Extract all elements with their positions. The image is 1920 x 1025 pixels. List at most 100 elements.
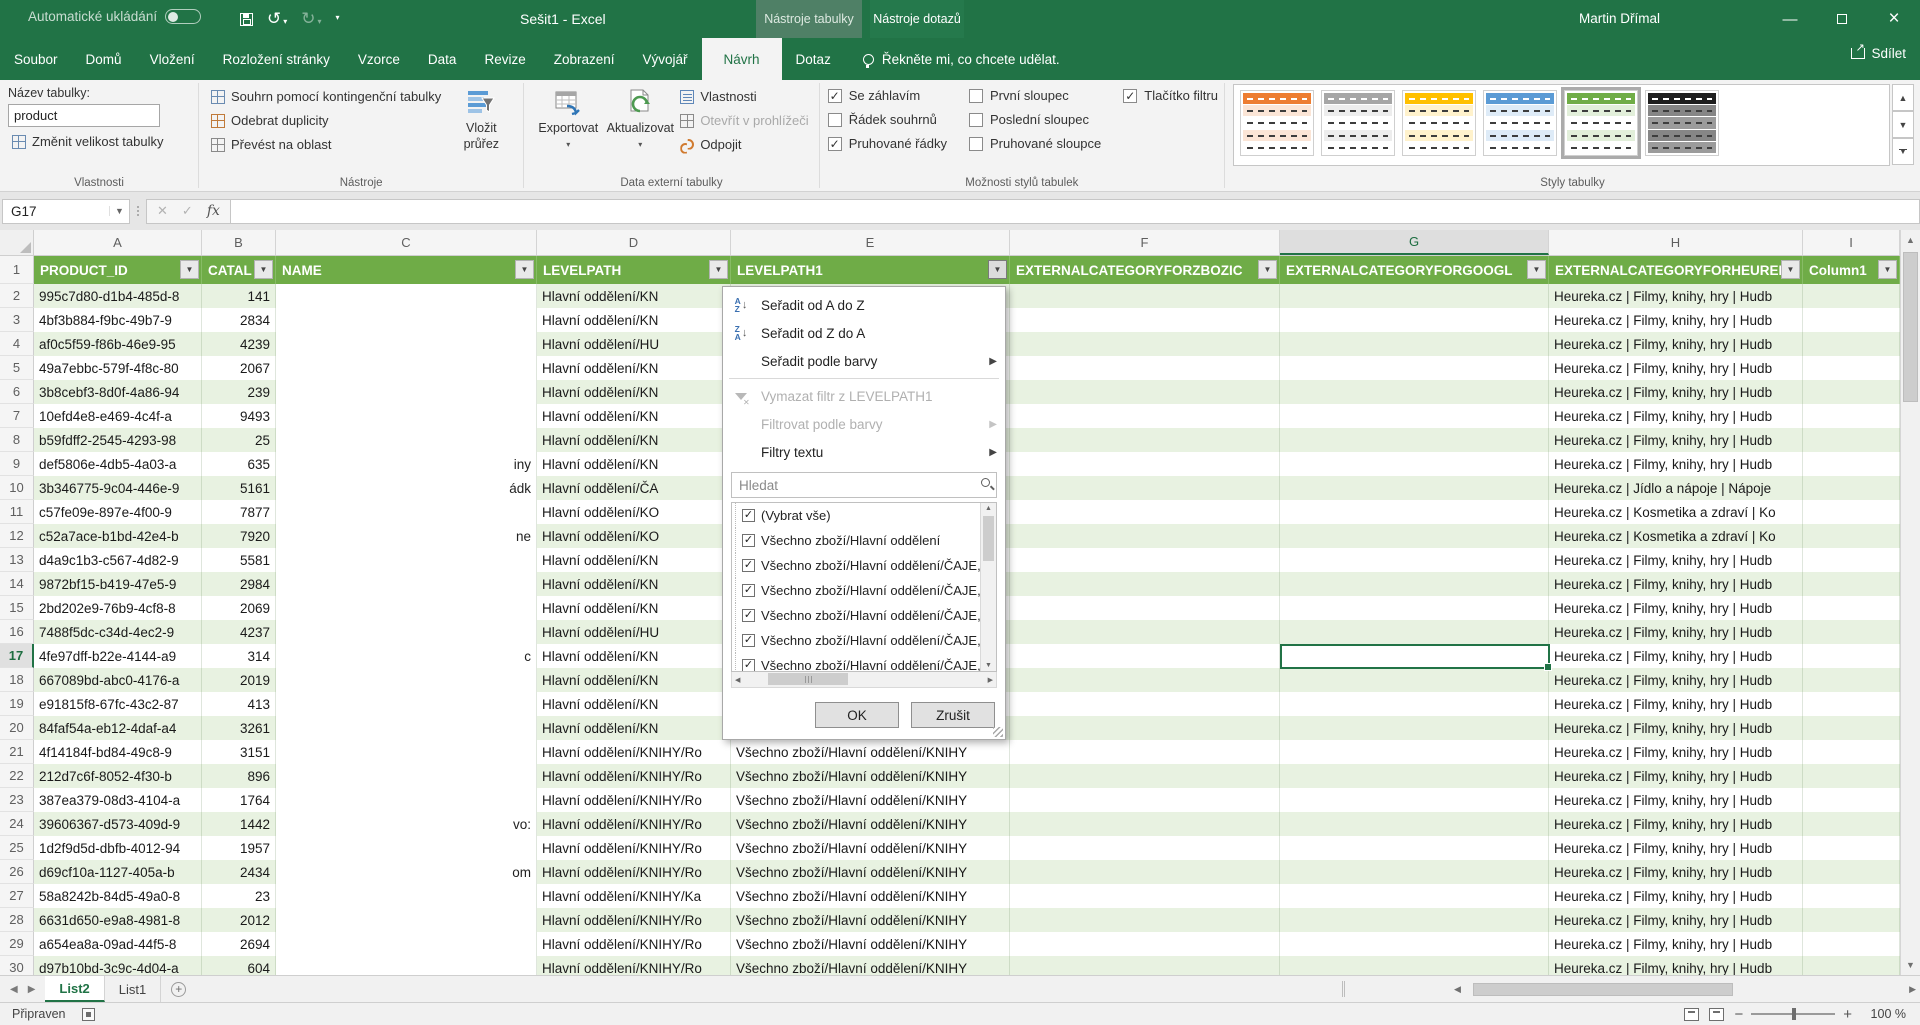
- row-number[interactable]: 2: [0, 284, 34, 308]
- cell-heureka[interactable]: Heureka.cz | Filmy, knihy, hry | Hudb: [1549, 788, 1803, 812]
- cell-column1[interactable]: [1803, 812, 1900, 836]
- cell-levelpath1[interactable]: Všechno zboží/Hlavní oddělení/KNIHY: [731, 764, 1010, 788]
- cell-zbozi[interactable]: [1010, 452, 1280, 476]
- cell-heureka[interactable]: Heureka.cz | Filmy, knihy, hry | Hudb: [1549, 404, 1803, 428]
- cell-zbozi[interactable]: [1010, 284, 1280, 308]
- row-number[interactable]: 4: [0, 332, 34, 356]
- cell-zbozi[interactable]: [1010, 620, 1280, 644]
- sheet-tab[interactable]: List2: [45, 976, 104, 1002]
- row-number[interactable]: 11: [0, 500, 34, 524]
- macro-record-icon[interactable]: [82, 1008, 95, 1021]
- cell-column1[interactable]: [1803, 932, 1900, 956]
- cell-column1[interactable]: [1803, 692, 1900, 716]
- cell-google[interactable]: [1280, 284, 1549, 308]
- cell-product-id[interactable]: 3b8cebf3-8d0f-4a86-94: [34, 380, 202, 404]
- menu-item-text-filters[interactable]: Filtry textu ▶: [723, 438, 1005, 466]
- cell-column1[interactable]: [1803, 524, 1900, 548]
- row-number[interactable]: 14: [0, 572, 34, 596]
- resize-grip[interactable]: [993, 727, 1003, 737]
- filter-dropdown-icon[interactable]: ▼: [1878, 260, 1897, 279]
- cell-levelpath[interactable]: Hlavní oddělení/KNIHY/Ro: [537, 836, 731, 860]
- checkbox-header-row[interactable]: ✓Se záhlavím: [828, 88, 947, 103]
- cell-name[interactable]: [276, 500, 537, 524]
- cell-zbozi[interactable]: [1010, 572, 1280, 596]
- cell-name[interactable]: [276, 332, 537, 356]
- cell-name[interactable]: vo:: [276, 812, 537, 836]
- filter-list-item[interactable]: ✓ Všechno zboží/Hlavní oddělení: [732, 528, 996, 553]
- cell-levelpath[interactable]: Hlavní oddělení/KN: [537, 404, 731, 428]
- cell-levelpath1[interactable]: Všechno zboží/Hlavní oddělení/KNIHY: [731, 932, 1010, 956]
- row-number[interactable]: 5: [0, 356, 34, 380]
- cell-google[interactable]: [1280, 956, 1549, 975]
- cell-product-id[interactable]: d4a9c1b3-c567-4d82-9: [34, 548, 202, 572]
- checkbox-banded-rows[interactable]: ✓Pruhované řádky: [828, 136, 947, 151]
- insert-slicer-button[interactable]: Vložitprůřez: [445, 84, 517, 156]
- formula-input[interactable]: [231, 199, 1920, 224]
- export-dropdown-icon[interactable]: ▾: [566, 140, 570, 150]
- cell-column1[interactable]: [1803, 740, 1900, 764]
- cell-google[interactable]: [1280, 380, 1549, 404]
- cell-levelpath1[interactable]: Všechno zboží/Hlavní oddělení/KNIHY: [731, 860, 1010, 884]
- cell-product-id[interactable]: 212d7c6f-8052-4f30-b: [34, 764, 202, 788]
- name-box-dropdown-icon[interactable]: ▼: [109, 206, 129, 216]
- autosave-control[interactable]: Automatické ukládání: [28, 9, 201, 24]
- cell-levelpath[interactable]: Hlavní oddělení/KNIHY/Ro: [537, 812, 731, 836]
- list-scroll-thumb[interactable]: [983, 516, 994, 561]
- cell-heureka[interactable]: Heureka.cz | Filmy, knihy, hry | Hudb: [1549, 308, 1803, 332]
- share-button[interactable]: Sdílet: [1851, 46, 1906, 61]
- cell-zbozi[interactable]: [1010, 860, 1280, 884]
- filter-list-item[interactable]: ✓ Všechno zboží/Hlavní oddělení/ČAJE, B: [732, 603, 996, 628]
- cell-heureka[interactable]: Heureka.cz | Filmy, knihy, hry | Hudb: [1549, 452, 1803, 476]
- cell-product-id[interactable]: a654ea8a-09ad-44f5-8: [34, 932, 202, 956]
- row-number[interactable]: 16: [0, 620, 34, 644]
- filter-dropdown-icon[interactable]: ▼: [515, 260, 534, 279]
- cell-levelpath[interactable]: Hlavní oddělení/KN: [537, 572, 731, 596]
- row-number[interactable]: 3: [0, 308, 34, 332]
- cell-heureka[interactable]: Heureka.cz | Filmy, knihy, hry | Hudb: [1549, 380, 1803, 404]
- cell-column1[interactable]: [1803, 620, 1900, 644]
- cell-product-id[interactable]: 3b346775-9c04-446e-9: [34, 476, 202, 500]
- row-number[interactable]: 29: [0, 932, 34, 956]
- list-horizontal-scrollbar[interactable]: ◀ ▶: [731, 672, 997, 688]
- table-style-swatch[interactable]: [1321, 90, 1395, 156]
- cell-levelpath1[interactable]: Všechno zboží/Hlavní oddělení/KNIHY: [731, 812, 1010, 836]
- cell-column1[interactable]: [1803, 500, 1900, 524]
- select-all-corner[interactable]: [0, 230, 34, 255]
- cell-catalog[interactable]: 413: [202, 692, 276, 716]
- column-letter[interactable]: D: [537, 230, 731, 255]
- row-number[interactable]: 8: [0, 428, 34, 452]
- ribbon-tab[interactable]: Dotaz: [782, 38, 845, 80]
- cell-name[interactable]: [276, 668, 537, 692]
- cancel-button[interactable]: Zrušit: [911, 702, 995, 728]
- row-number[interactable]: 26: [0, 860, 34, 884]
- cell-heureka[interactable]: Heureka.cz | Filmy, knihy, hry | Hudb: [1549, 428, 1803, 452]
- cell-heureka[interactable]: Heureka.cz | Filmy, knihy, hry | Hudb: [1549, 764, 1803, 788]
- cell-levelpath[interactable]: Hlavní oddělení/KN: [537, 284, 731, 308]
- styles-scroll-up-button[interactable]: ▲: [1892, 84, 1914, 111]
- cell-column1[interactable]: [1803, 428, 1900, 452]
- horizontal-scroll-thumb[interactable]: [1473, 983, 1733, 996]
- cell-name[interactable]: c: [276, 644, 537, 668]
- user-name[interactable]: Martin Dřímal: [1579, 0, 1660, 38]
- cell-product-id[interactable]: 7488f5dc-c34d-4ec2-9: [34, 620, 202, 644]
- cell-catalog[interactable]: 635: [202, 452, 276, 476]
- close-button[interactable]: ×: [1868, 0, 1920, 38]
- zoom-out-icon[interactable]: −: [1734, 1006, 1743, 1023]
- cell-heureka[interactable]: Heureka.cz | Kosmetika a zdraví | Ko: [1549, 500, 1803, 524]
- cell-name[interactable]: [276, 692, 537, 716]
- cell-name[interactable]: [276, 404, 537, 428]
- table-name-input[interactable]: [8, 104, 160, 127]
- cell-heureka[interactable]: Heureka.cz | Filmy, knihy, hry | Hudb: [1549, 908, 1803, 932]
- cell-zbozi[interactable]: [1010, 884, 1280, 908]
- cell-google[interactable]: [1280, 716, 1549, 740]
- scroll-down-icon[interactable]: ▼: [1901, 955, 1920, 975]
- ribbon-tab[interactable]: Vzorce: [344, 38, 414, 80]
- cell-levelpath[interactable]: Hlavní oddělení/KN: [537, 596, 731, 620]
- cell-levelpath[interactable]: Hlavní oddělení/KN: [537, 692, 731, 716]
- scroll-right-icon[interactable]: ▶: [1909, 984, 1916, 995]
- checkbox-filter-button[interactable]: ✓Tlačítko filtru: [1123, 88, 1218, 103]
- cell-heureka[interactable]: Heureka.cz | Filmy, knihy, hry | Hudb: [1549, 860, 1803, 884]
- customize-qat-button[interactable]: ▾: [336, 13, 340, 25]
- row-number[interactable]: 21: [0, 740, 34, 764]
- styles-scroll-down-button[interactable]: ▼: [1892, 111, 1914, 138]
